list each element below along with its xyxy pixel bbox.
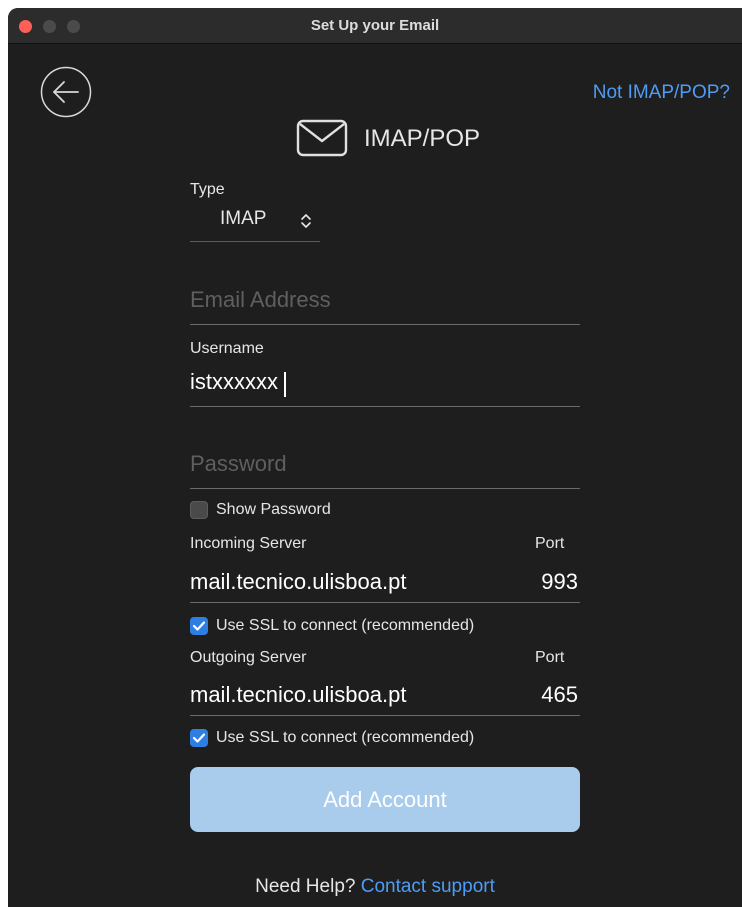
email-address-input[interactable] [190,287,580,313]
incoming-port-input[interactable]: 993 [541,569,578,595]
email-field-container [190,287,580,325]
checkmark-icon [192,621,206,631]
incoming-server-row: mail.tecnico.ulisboa.pt 993 [190,565,580,603]
contact-support-link[interactable]: Contact support [361,876,495,897]
incoming-ssl-checkbox-box[interactable] [190,617,208,635]
add-account-button[interactable]: Add Account [190,767,580,832]
show-password-label: Show Password [216,501,331,518]
incoming-server-input[interactable]: mail.tecnico.ulisboa.pt [190,569,406,595]
outgoing-ssl-checkbox[interactable]: Use SSL to connect (recommended) [190,729,474,747]
show-password-checkbox-box[interactable] [190,501,208,519]
username-field-container [190,369,580,407]
text-cursor [284,372,286,397]
type-label: Type [190,181,225,198]
page-title: IMAP/POP [364,125,481,152]
type-select-value: IMAP [220,208,267,229]
incoming-port-label: Port [535,535,565,552]
incoming-ssl-label: Use SSL to connect (recommended) [216,617,475,634]
outgoing-server-label: Outgoing Server [190,649,307,666]
outgoing-server-input[interactable]: mail.tecnico.ulisboa.pt [190,682,406,708]
window-title: Set Up your Email [310,17,440,34]
outgoing-server-row: mail.tecnico.ulisboa.pt 465 [190,678,580,716]
password-field-container [190,451,580,489]
outgoing-ssl-label: Use SSL to connect (recommended) [216,729,475,746]
back-button[interactable] [40,66,92,118]
username-input[interactable] [190,369,580,395]
outgoing-port-input[interactable]: 465 [541,682,578,708]
outgoing-ssl-checkbox-box[interactable] [190,729,208,747]
need-help-text: Need Help? [255,876,356,897]
checkmark-icon [192,733,206,743]
title-bar: Set Up your Email [8,8,742,44]
username-label: Username [190,340,264,357]
incoming-server-label: Incoming Server [190,535,307,552]
show-password-checkbox[interactable]: Show Password [190,501,331,519]
envelope-icon [296,119,348,157]
outgoing-port-label: Port [535,649,565,666]
help-line: Need Help? Contact support [8,876,742,898]
back-arrow-icon [40,66,92,118]
incoming-ssl-checkbox[interactable]: Use SSL to connect (recommended) [190,617,474,635]
password-input[interactable] [190,451,580,477]
type-select[interactable]: IMAP [190,204,320,242]
chevron-updown-icon [301,214,311,228]
not-imap-pop-link[interactable]: Not IMAP/POP? [593,82,730,104]
setup-email-window: Set Up your Email Not IMAP/POP? IMAP/POP… [8,8,742,907]
